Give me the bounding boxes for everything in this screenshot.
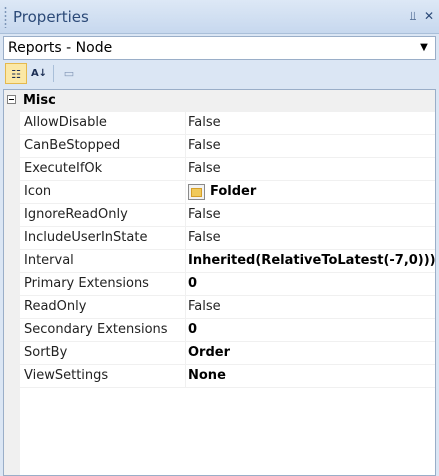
property-name: IncludeUserInState — [24, 230, 148, 245]
collapse-icon[interactable] — [7, 95, 16, 104]
column-divider[interactable] — [185, 135, 186, 157]
object-selector-dropdown[interactable]: Reports - Node ▼ — [3, 36, 436, 60]
column-divider[interactable] — [185, 365, 186, 387]
folder-icon — [188, 184, 205, 200]
column-divider[interactable] — [185, 273, 186, 295]
panel-title: Properties — [13, 8, 89, 26]
category-row-misc[interactable]: Misc — [4, 90, 435, 112]
property-name: IgnoreReadOnly — [24, 207, 128, 222]
column-divider[interactable] — [185, 342, 186, 364]
property-name: Interval — [24, 253, 74, 268]
property-row[interactable]: AllowDisable False — [20, 112, 435, 135]
property-value[interactable]: False — [188, 207, 221, 222]
toolbar-separator — [53, 65, 54, 82]
alphabetical-sort-icon[interactable]: A↓ — [28, 63, 50, 84]
property-row[interactable]: Primary Extensions 0 — [20, 273, 435, 296]
column-divider[interactable] — [185, 296, 186, 318]
column-divider[interactable] — [185, 250, 186, 272]
object-selector-value: Reports - Node — [8, 40, 113, 56]
properties-toolbar: ☷ A↓ ▭ — [3, 62, 436, 86]
property-row[interactable]: ReadOnly False — [20, 296, 435, 319]
property-name: Secondary Extensions — [24, 322, 168, 337]
property-name: ViewSettings — [24, 368, 109, 383]
column-divider[interactable] — [185, 319, 186, 341]
property-value[interactable]: False — [188, 138, 221, 153]
property-value[interactable]: Folder — [210, 184, 256, 199]
column-divider[interactable] — [185, 158, 186, 180]
property-row[interactable]: SortBy Order — [20, 342, 435, 365]
property-value[interactable]: Order — [188, 345, 230, 360]
property-row[interactable]: ViewSettings None — [20, 365, 435, 388]
drag-grip[interactable] — [4, 6, 7, 28]
property-value[interactable]: False — [188, 299, 221, 314]
chevron-down-icon[interactable]: ▼ — [415, 38, 433, 58]
property-name: Icon — [24, 184, 52, 199]
property-row[interactable]: IncludeUserInState False — [20, 227, 435, 250]
property-value[interactable]: False — [188, 161, 221, 176]
property-name: ReadOnly — [24, 299, 87, 314]
property-name: Primary Extensions — [24, 276, 149, 291]
property-pages-icon[interactable]: ▭ — [58, 63, 80, 84]
category-label: Misc — [23, 93, 56, 108]
property-name: ExecuteIfOk — [24, 161, 103, 176]
property-row[interactable]: Secondary Extensions 0 — [20, 319, 435, 342]
property-value[interactable]: False — [188, 230, 221, 245]
property-row[interactable]: ExecuteIfOk False — [20, 158, 435, 181]
property-name: AllowDisable — [24, 115, 107, 130]
property-value[interactable]: None — [188, 368, 226, 383]
property-row[interactable]: CanBeStopped False — [20, 135, 435, 158]
categorized-view-icon[interactable]: ☷ — [5, 63, 27, 84]
property-value[interactable]: Inherited(RelativeToLatest(-7,0))) — [188, 253, 435, 268]
column-divider[interactable] — [185, 112, 186, 134]
column-divider[interactable] — [185, 181, 186, 203]
close-icon[interactable]: ✕ — [422, 9, 436, 23]
pin-icon[interactable]: ⫫ — [406, 9, 420, 23]
property-row[interactable]: Icon Folder — [20, 181, 435, 204]
property-name: CanBeStopped — [24, 138, 121, 153]
property-grid: Misc AllowDisable False CanBeStopped False E… — [3, 89, 436, 476]
column-divider[interactable] — [185, 227, 186, 249]
panel-titlebar: Properties ⫫ ✕ — [0, 0, 439, 34]
property-row[interactable]: IgnoreReadOnly False — [20, 204, 435, 227]
property-value[interactable]: 0 — [188, 276, 197, 291]
property-value[interactable]: False — [188, 115, 221, 130]
property-name: SortBy — [24, 345, 68, 360]
column-divider[interactable] — [185, 204, 186, 226]
property-row[interactable]: Interval Inherited(RelativeToLatest(-7,0)… — [20, 250, 435, 273]
property-value[interactable]: 0 — [188, 322, 197, 337]
grid-gutter — [4, 90, 20, 475]
